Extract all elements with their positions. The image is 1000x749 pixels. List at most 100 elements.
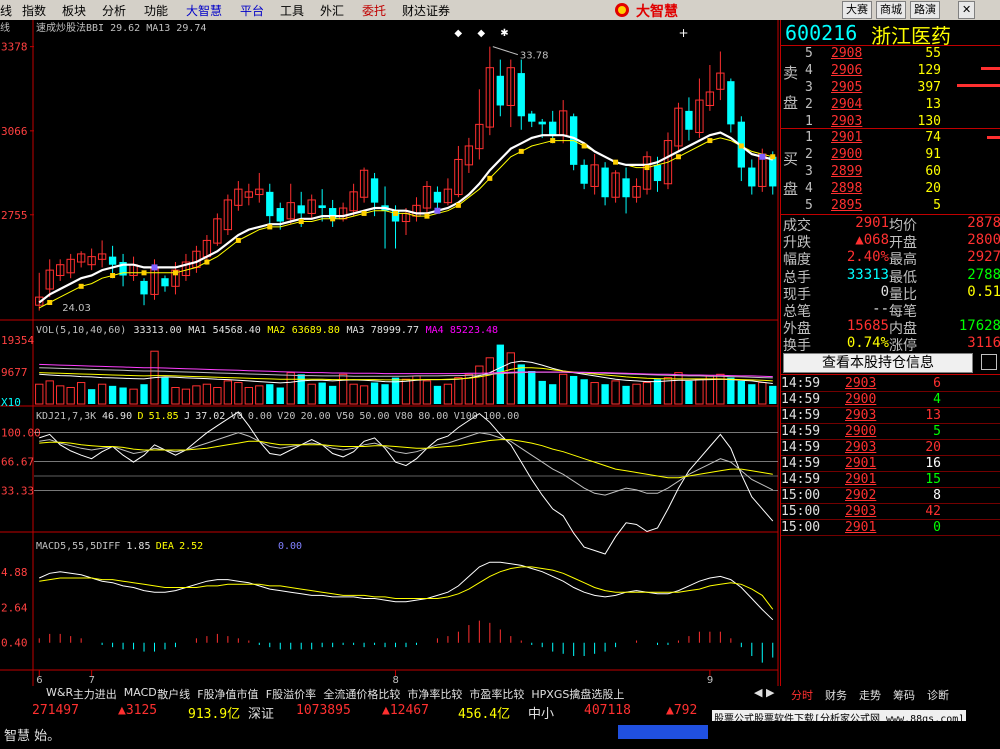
tick-price: 2901 bbox=[845, 456, 877, 471]
kdj-header-item: 50.00 bbox=[359, 411, 389, 422]
menu-item[interactable]: 功能 bbox=[144, 2, 168, 19]
chart-area: 速成炒股法BBI 29.62 MA13 29.74 线 3378 3066 2755 33… bbox=[0, 20, 780, 686]
macd-header-item: MACD5,55,5DIFF bbox=[36, 541, 120, 552]
quote-value: 0 bbox=[880, 283, 889, 300]
tick-volume: 6 bbox=[933, 376, 941, 391]
macd-header-item: 0.00 bbox=[278, 541, 302, 552]
kdj-header-item: 100.00 bbox=[483, 411, 519, 422]
volume-bar bbox=[538, 380, 546, 404]
menu-item[interactable]: 平台 bbox=[240, 2, 264, 19]
volume-bar bbox=[87, 389, 96, 404]
kdj-header-item: J bbox=[184, 411, 190, 422]
volume-bar bbox=[737, 380, 745, 404]
scroll-right-icon[interactable]: ▶ bbox=[766, 686, 774, 699]
signal-marker bbox=[235, 237, 241, 243]
bid-bar bbox=[987, 136, 1000, 139]
volume-header-item: 85223.48 bbox=[450, 325, 498, 336]
candle-body bbox=[266, 191, 274, 217]
indicator-tab[interactable]: MACD bbox=[124, 686, 157, 699]
toggle-button[interactable] bbox=[981, 354, 997, 370]
menu-item[interactable]: 工具 bbox=[280, 2, 304, 19]
indicator-tab[interactable]: 主力进出 bbox=[73, 686, 117, 702]
indicator-tab[interactable]: 全流通价格比较 bbox=[323, 686, 400, 702]
quote-value: 33313 bbox=[846, 266, 889, 283]
candle-body bbox=[748, 167, 756, 187]
ask-bar bbox=[957, 84, 1000, 87]
sz-index-value: 1073895 bbox=[296, 703, 351, 718]
kdj-header-item: 0.00 bbox=[248, 411, 272, 422]
volume-header-item: VOL(5,10,40,60) bbox=[36, 325, 126, 336]
index-status-bar: 271497 ▲3125 913.9亿 深证 1073895 ▲12467 456.4亿 中小… bbox=[0, 701, 1000, 725]
candle-body bbox=[538, 121, 546, 125]
candle-body bbox=[622, 178, 630, 198]
indicator-tab[interactable]: 市净率比较 bbox=[407, 686, 462, 702]
holdings-button[interactable]: 查看本股持仓信息 bbox=[783, 353, 973, 373]
level-volume: 74 bbox=[925, 130, 941, 145]
menu-item[interactable]: 分析 bbox=[102, 2, 126, 19]
menu-item[interactable]: 大智慧 bbox=[186, 2, 222, 19]
signal-marker bbox=[487, 175, 493, 181]
indicator-tab[interactable]: 市盈率比较 bbox=[469, 686, 524, 702]
kdj-header-item: KDJ21,7,3K bbox=[36, 411, 96, 422]
level-number: 2 bbox=[805, 97, 813, 112]
sh-turnover: 913.9亿 bbox=[188, 707, 241, 722]
indicator-tab[interactable]: 散户线 bbox=[157, 686, 190, 702]
tick-price: 2903 bbox=[845, 408, 877, 423]
level-number: 2 bbox=[805, 147, 813, 162]
volume-bar bbox=[370, 382, 379, 404]
diamond-marker: ◆ bbox=[477, 28, 485, 39]
kdj-header-item: D bbox=[138, 411, 144, 422]
menu-bar: 线指数 板块 分析 功能 大智慧 平台 工具 外汇 委托 财达证券 大智慧 大赛 商城 路演 ✕ bbox=[0, 0, 1000, 21]
tick-volume: 8 bbox=[933, 488, 941, 503]
menu-item[interactable]: 财达证券 bbox=[402, 2, 450, 19]
low-label: 24.03 bbox=[62, 303, 91, 314]
volume-header-item: MA3 bbox=[347, 325, 365, 336]
level-price: 2895 bbox=[831, 198, 863, 213]
indicator-tab[interactable]: HPXGS擒盘选股上 bbox=[531, 686, 624, 702]
tick-price: 2900 bbox=[845, 392, 877, 407]
ask-bar bbox=[981, 67, 1000, 70]
signal-marker bbox=[141, 270, 147, 276]
price-tick-label: 2755 bbox=[1, 209, 28, 222]
signal-marker bbox=[455, 202, 461, 208]
quote-value: 3116 bbox=[967, 335, 1000, 352]
quote-value: 2901 bbox=[855, 215, 889, 231]
candle-body bbox=[580, 164, 588, 184]
scroll-left-icon[interactable]: ◀ bbox=[754, 686, 762, 699]
tick-time: 14:59 bbox=[781, 376, 821, 391]
tick-volume: 4 bbox=[933, 392, 941, 407]
menu-item[interactable]: 指数 bbox=[22, 2, 46, 19]
menu-item[interactable]: 线 bbox=[0, 2, 12, 19]
logo-icon bbox=[615, 3, 629, 17]
bottom-bar: 智慧 始。 bbox=[0, 721, 1000, 749]
candle-body bbox=[653, 164, 662, 182]
top-right-button[interactable]: 商城 bbox=[876, 1, 906, 19]
kdj-header-item: V20 bbox=[277, 411, 295, 422]
top-right-button[interactable]: 路演 bbox=[910, 1, 940, 19]
volume-bar bbox=[569, 375, 578, 404]
cross-marker: + bbox=[678, 26, 688, 40]
menu-item[interactable]: 外汇 bbox=[320, 2, 344, 19]
volume-bar bbox=[622, 385, 630, 404]
kdj-header-item: 51.85 bbox=[149, 411, 179, 422]
indicator-tab[interactable]: F股净值市值 bbox=[197, 686, 258, 702]
close-icon[interactable]: ✕ bbox=[958, 1, 976, 19]
quote-value: 0.51 bbox=[967, 283, 1000, 300]
tick-time: 14:59 bbox=[781, 424, 821, 439]
zx-label: 中小 bbox=[528, 707, 555, 722]
volume-header-item: 33313.00 bbox=[134, 325, 182, 336]
indicator-tab[interactable]: F股溢价率 bbox=[266, 686, 316, 702]
menu-item[interactable]: 板块 bbox=[62, 2, 86, 19]
menu-item[interactable]: 委托 bbox=[362, 2, 386, 19]
kdj-header-item: 20.00 bbox=[301, 411, 331, 422]
kdj-header-item: V80 bbox=[395, 411, 413, 422]
kdj-tick-label: 33.33 bbox=[1, 484, 34, 497]
top-right-button[interactable]: 大赛 bbox=[842, 1, 872, 19]
kdj-header-item: 80.00 bbox=[418, 411, 448, 422]
level-price: 2903 bbox=[831, 114, 863, 129]
tick-time: 15:00 bbox=[781, 520, 821, 535]
app-logo: 大智慧 bbox=[612, 1, 732, 20]
signal-marker bbox=[581, 143, 587, 149]
indicator-tab[interactable]: W&R bbox=[46, 686, 73, 699]
volume-bar bbox=[685, 380, 693, 404]
